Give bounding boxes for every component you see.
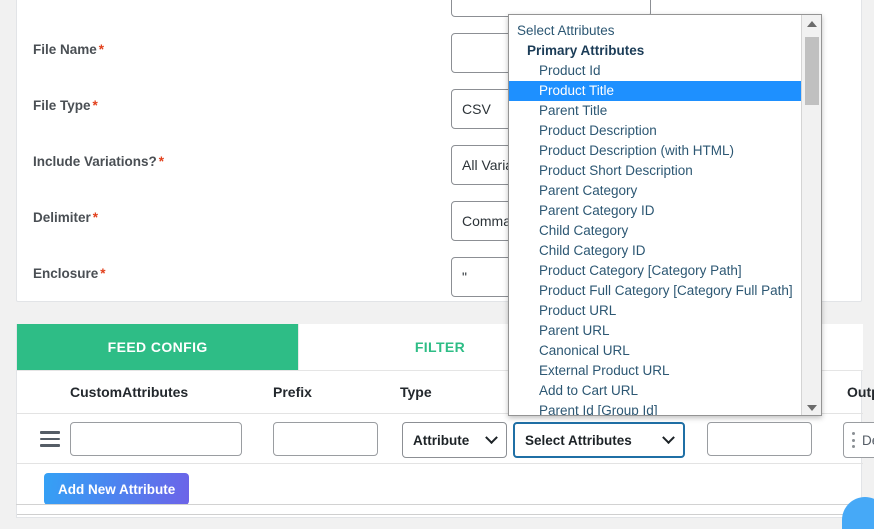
table-row: Attribute Select Attributes Default [17,414,874,464]
dropdown-option[interactable]: Parent URL [509,321,802,341]
field-label-text: Enclosure [33,266,99,281]
custom-attribute-input[interactable] [70,422,242,456]
output-select[interactable]: Default [843,422,874,458]
column-header: CustomAttributes [70,384,189,400]
field-label: Include Variations? * [33,154,164,169]
dropdown-scrollbar[interactable] [801,15,821,415]
dropdown-option[interactable]: Parent Id [Group Id] [509,401,802,415]
required-asterisk: * [100,266,106,281]
field-label-text: Delimiter [33,210,91,225]
extra-input[interactable] [707,422,812,456]
dropdown-option[interactable]: Child Category ID [509,241,802,261]
required-asterisk: * [92,210,99,225]
chevron-down-icon [662,430,675,444]
scroll-down-arrow-icon[interactable] [802,399,821,415]
attributes-dropdown-list: Select Attributes Primary Attributes Produ… [508,14,822,416]
dropdown-option[interactable]: Product Full Category [Category Full Pat… [509,281,802,301]
column-header: Output [847,384,874,400]
add-new-attribute-button[interactable]: Add New Attribute [44,473,190,505]
attributes-select[interactable]: Select Attributes [513,422,685,458]
field-label: File Name * [33,42,104,57]
dropdown-option[interactable]: Product Title [509,81,802,101]
required-asterisk: * [158,154,165,169]
scrollbar-thumb[interactable] [805,37,819,105]
app-screen: File Name * File Type * CSV Include Variation… [0,0,874,529]
column-header: Prefix [273,384,312,400]
divider [17,514,863,515]
dropdown-option[interactable]: Parent Category ID [509,201,802,221]
dropdown-option[interactable]: Select Attributes [509,21,802,41]
dropdown-option[interactable]: Product Description [509,121,802,141]
dropdown-option[interactable]: Product Description (with HTML) [509,141,802,161]
page-divider [16,504,862,505]
field-label-text: File Name [33,42,97,57]
attributes-select-value: Select Attributes [525,432,632,448]
dropdown-option[interactable]: Parent Category [509,181,802,201]
kebab-menu-icon [852,432,856,448]
required-asterisk: * [98,42,105,57]
dropdown-option[interactable]: Add to Cart URL [509,381,802,401]
tab-feed-config[interactable]: FEED CONFIG [17,324,300,370]
dropdown-option[interactable]: Product Short Description [509,161,802,181]
field-label-text: File Type [33,98,91,113]
dropdown-option[interactable]: Child Category [509,221,802,241]
dropdown-group-label: Primary Attributes [527,43,645,58]
output-select-value: Default [862,432,874,448]
dropdown-option[interactable]: Canonical URL [509,341,802,361]
tab-label: FEED CONFIG [107,339,208,355]
chevron-down-icon [485,430,498,444]
dropdown-option[interactable]: Product Category [Category Path] [509,261,802,281]
field-label: File Type * [33,98,98,113]
dropdown-option[interactable]: Product Id [509,61,802,81]
dropdown-option[interactable]: External Product URL [509,361,802,381]
dropdown-option[interactable]: Product URL [509,301,802,321]
field-label-text: Include Variations? [33,154,157,169]
type-select[interactable]: Attribute [402,422,507,458]
type-select-value: Attribute [413,432,470,448]
scroll-up-arrow-icon[interactable] [802,15,821,33]
tab-label: FILTER [414,339,466,355]
required-asterisk: * [92,98,98,113]
column-header: Type [400,384,432,400]
dropdown-option[interactable]: Parent Title [509,101,802,121]
field-label: Delimiter * [33,210,98,225]
field-label: Enclosure * [33,266,106,281]
drag-handle-icon[interactable] [40,431,60,447]
prefix-input[interactable] [273,422,378,456]
